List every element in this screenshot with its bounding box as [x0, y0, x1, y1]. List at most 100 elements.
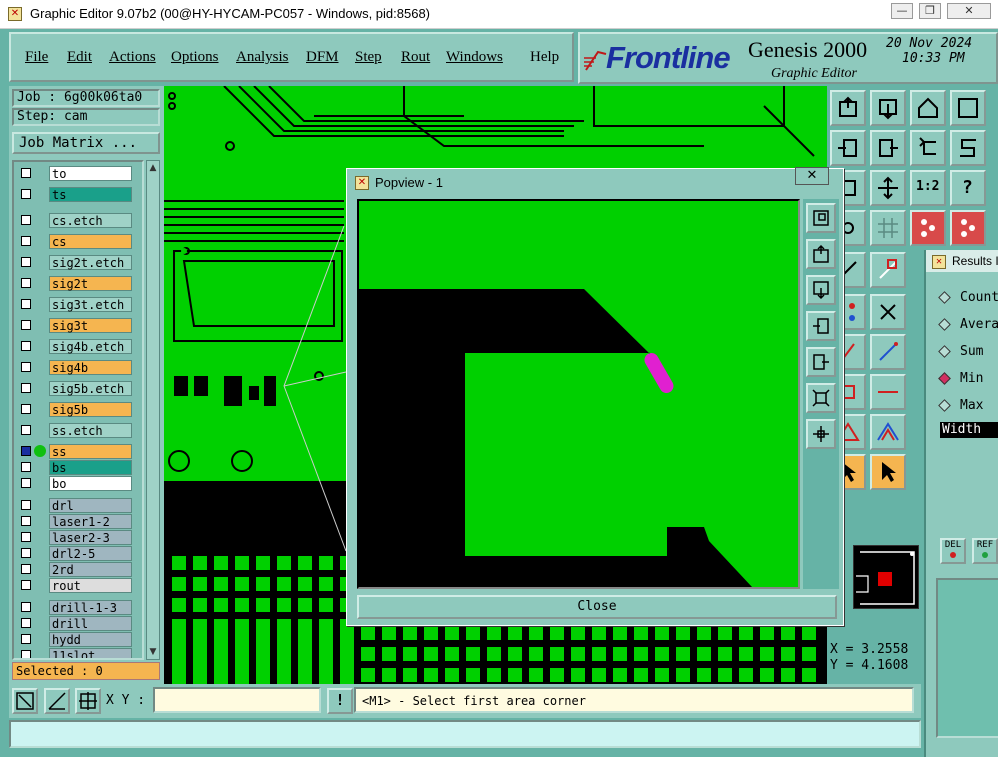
- layer-name[interactable]: sig3t: [49, 318, 132, 333]
- popview-close-x-button[interactable]: ✕: [795, 167, 829, 185]
- layer-up-tool[interactable]: [830, 90, 866, 126]
- results-ref-button[interactable]: REF: [972, 538, 998, 564]
- layer-row[interactable]: sig2t.etch: [16, 255, 142, 270]
- layer-checkbox[interactable]: [21, 257, 31, 267]
- layer-name[interactable]: sig2t: [49, 276, 132, 291]
- layer-checkbox[interactable]: [21, 500, 31, 510]
- layer-row[interactable]: ts: [16, 187, 142, 202]
- popview-pan-tool[interactable]: [806, 419, 836, 449]
- popview-left-tool[interactable]: [806, 311, 836, 341]
- home-tool[interactable]: [910, 90, 946, 126]
- line-tool-b[interactable]: [870, 334, 906, 370]
- layer-row[interactable]: sig4b.etch: [16, 339, 142, 354]
- layer-row[interactable]: to: [16, 166, 142, 181]
- undo-tool[interactable]: [910, 130, 946, 166]
- layer-checkbox[interactable]: [21, 532, 31, 542]
- layer-checkbox[interactable]: [21, 383, 31, 393]
- layer-row[interactable]: drl2-5: [16, 546, 142, 561]
- layer-name[interactable]: ts: [49, 187, 132, 202]
- layer-row[interactable]: drill: [16, 616, 142, 631]
- layer-row[interactable]: drill-1-3: [16, 600, 142, 615]
- layer-name[interactable]: cs.etch: [49, 213, 132, 228]
- snap-button[interactable]: [75, 688, 101, 714]
- window-tool[interactable]: [950, 90, 986, 126]
- menu-windows[interactable]: Windows: [446, 49, 503, 66]
- layer-checkbox[interactable]: [21, 602, 31, 612]
- layer-row[interactable]: laser1-2: [16, 514, 142, 529]
- layer-name[interactable]: sig5b.etch: [49, 381, 132, 396]
- layer-name[interactable]: sig5b: [49, 402, 132, 417]
- layer-row[interactable]: sig5b: [16, 402, 142, 417]
- layer-name[interactable]: to: [49, 166, 132, 181]
- layer-name[interactable]: bs: [49, 460, 132, 475]
- layer-row[interactable]: sig5b.etch: [16, 381, 142, 396]
- layer-checkbox[interactable]: [21, 618, 31, 628]
- layer-row[interactable]: 2rd: [16, 562, 142, 577]
- layer-name[interactable]: laser2-3: [49, 530, 132, 545]
- layer-name[interactable]: 11slot: [49, 648, 132, 658]
- results-list[interactable]: [936, 578, 998, 738]
- layer-checkbox[interactable]: [21, 634, 31, 644]
- scroll-down-icon[interactable]: ▼: [148, 647, 158, 657]
- layer-name[interactable]: drill: [49, 616, 132, 631]
- layer-row[interactable]: sig3t.etch: [16, 297, 142, 312]
- layer-name[interactable]: hydd: [49, 632, 132, 647]
- layer-row[interactable]: sig4b: [16, 360, 142, 375]
- layer-checkbox[interactable]: [21, 189, 31, 199]
- layer-row[interactable]: cs: [16, 234, 142, 249]
- layer-checkbox[interactable]: [21, 299, 31, 309]
- layer-checkbox[interactable]: [21, 564, 31, 574]
- layer-name[interactable]: cs: [49, 234, 132, 249]
- layer-row[interactable]: sig2t: [16, 276, 142, 291]
- warning-button[interactable]: !: [327, 688, 353, 714]
- layer-checkbox[interactable]: [21, 425, 31, 435]
- popview-right-tool[interactable]: [806, 347, 836, 377]
- net-tool-b[interactable]: [950, 210, 986, 246]
- help-tool[interactable]: ?: [950, 170, 986, 206]
- layer-name[interactable]: rout: [49, 578, 132, 593]
- layer-row[interactable]: hydd: [16, 632, 142, 647]
- popview-canvas[interactable]: [357, 199, 800, 589]
- job-matrix-button[interactable]: Job Matrix ...: [12, 132, 160, 154]
- popview-close-button[interactable]: Close: [357, 595, 837, 619]
- overview-minimap[interactable]: [853, 545, 919, 609]
- layer-checkbox[interactable]: [21, 404, 31, 414]
- move-right-tool[interactable]: [870, 130, 906, 166]
- menu-step[interactable]: Step: [355, 49, 382, 66]
- arc-tool-b[interactable]: [870, 414, 906, 450]
- delete-tool[interactable]: [870, 294, 906, 330]
- layer-name[interactable]: sig3t.etch: [49, 297, 132, 312]
- layer-checkbox[interactable]: [21, 320, 31, 330]
- minimize-button[interactable]: —: [891, 3, 913, 19]
- net-tool-a[interactable]: [910, 210, 946, 246]
- close-window-button[interactable]: ✕: [947, 3, 991, 19]
- layer-checkbox[interactable]: [21, 580, 31, 590]
- layer-name[interactable]: sig4b: [49, 360, 132, 375]
- layer-name[interactable]: ss: [49, 444, 132, 459]
- layer-row[interactable]: bo: [16, 476, 142, 491]
- menu-actions[interactable]: Actions: [109, 49, 156, 66]
- measure-button[interactable]: [44, 688, 70, 714]
- popview-fit-tool[interactable]: [806, 383, 836, 413]
- layer-name[interactable]: sig4b.etch: [49, 339, 132, 354]
- results-del-button[interactable]: DEL: [940, 538, 966, 564]
- layer-checkbox[interactable]: [21, 516, 31, 526]
- layer-name[interactable]: drl: [49, 498, 132, 513]
- layer-name[interactable]: drl2-5: [49, 546, 132, 561]
- layer-name[interactable]: bo: [49, 476, 132, 491]
- layer-down-tool[interactable]: [870, 90, 906, 126]
- layer-checkbox[interactable]: [21, 650, 31, 658]
- hline-tool[interactable]: [870, 374, 906, 410]
- layer-checkbox[interactable]: [21, 462, 31, 472]
- draw-tool[interactable]: [870, 252, 906, 288]
- path-tool[interactable]: [950, 130, 986, 166]
- move-left-tool[interactable]: [830, 130, 866, 166]
- layer-checkbox[interactable]: [21, 478, 31, 488]
- menu-rout[interactable]: Rout: [401, 49, 430, 66]
- layer-row[interactable]: sig3t: [16, 318, 142, 333]
- select-tool-b[interactable]: [870, 454, 906, 490]
- layer-row[interactable]: rout: [16, 578, 142, 593]
- xy-input[interactable]: [153, 687, 321, 713]
- menu-file[interactable]: File: [25, 49, 48, 66]
- popview-down-tool[interactable]: [806, 275, 836, 305]
